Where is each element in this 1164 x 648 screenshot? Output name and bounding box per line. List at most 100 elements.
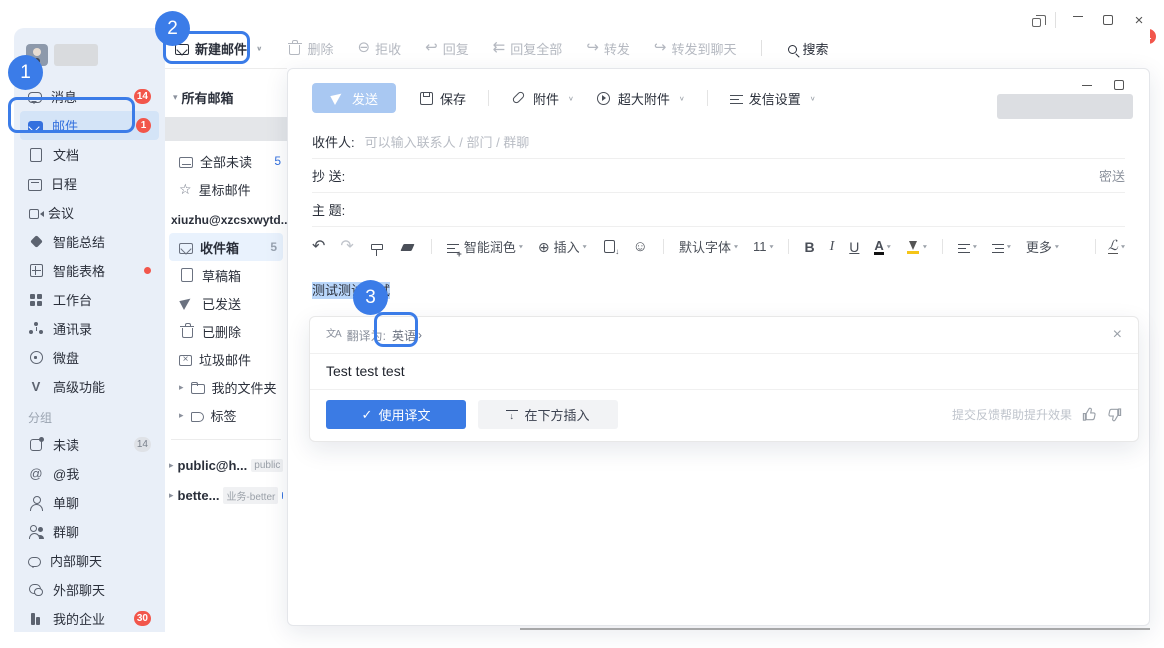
reject-label: 拒收 xyxy=(375,39,401,58)
reply-button[interactable]: ↩ 回复 xyxy=(425,39,469,58)
folder-label: 收件箱 xyxy=(200,238,239,257)
forward-label: 转发 xyxy=(604,39,630,58)
compose-body[interactable]: 测试测试测试 xyxy=(288,264,1149,299)
sidebar-item-unread[interactable]: 未读 14 xyxy=(20,430,159,459)
trash-icon xyxy=(182,328,193,338)
forward-to-chat-button[interactable]: ↪ 转发到聊天 xyxy=(654,39,737,58)
undo-icon[interactable]: ↶ xyxy=(312,239,325,255)
format-painter-icon[interactable] xyxy=(371,244,383,250)
sidebar-item-contacts[interactable]: 通讯录 xyxy=(20,314,159,343)
chevron-down-icon: ▾ xyxy=(519,243,523,250)
italic-button[interactable]: I xyxy=(830,239,835,255)
font-size-select[interactable]: 11 ▾ xyxy=(753,239,774,254)
maximize-icon[interactable] xyxy=(1103,15,1113,25)
underline-button[interactable]: U xyxy=(849,239,859,255)
signature-button[interactable]: ℒ ▾ xyxy=(1095,239,1125,254)
delete-button[interactable]: 删除 xyxy=(287,39,334,58)
trash-icon xyxy=(289,45,300,55)
sidebar-item-group-chat[interactable]: 群聊 xyxy=(20,517,159,546)
send-settings-button[interactable]: 发信设置 ∨ xyxy=(730,89,816,108)
reply-all-icon: ⇇ xyxy=(493,40,506,56)
thumbs-down-icon[interactable] xyxy=(1107,407,1122,422)
sidebar-item-docs[interactable]: 文档 xyxy=(20,140,159,169)
smart-polish-button[interactable]: 智能润色 ▾ xyxy=(447,237,523,256)
restore-window-icon[interactable] xyxy=(1032,18,1041,27)
forward-button[interactable]: ↪ 转发 xyxy=(586,39,630,58)
reply-all-button[interactable]: ⇇ 回复全部 xyxy=(493,39,563,58)
align-icon xyxy=(958,244,970,253)
folder-deleted[interactable]: 已删除 xyxy=(165,317,287,345)
reject-button[interactable]: ⊖ 拒收 xyxy=(358,39,402,58)
font-family-select[interactable]: 默认字体 ▾ xyxy=(679,237,738,256)
annotation-badge-3: 3 xyxy=(353,280,388,315)
folder-all-unread[interactable]: 全部未读 5 xyxy=(165,147,287,175)
inbox-icon xyxy=(179,243,193,254)
folder-my-folders[interactable]: ▸ 我的文件夹 xyxy=(165,373,287,401)
subject-field[interactable]: 主 题: xyxy=(312,193,1125,227)
shared-mailbox-better[interactable]: ▸ bette... 业务-better xyxy=(165,480,287,510)
sidebar-item-my-company[interactable]: 我的企业 30 xyxy=(20,604,159,633)
clear-format-icon[interactable] xyxy=(401,244,415,251)
more-format-button[interactable]: 更多 ▾ xyxy=(1026,237,1059,256)
to-field[interactable]: 收件人: 可以输入联系人 / 部门 / 群聊 xyxy=(312,125,1125,159)
chevron-down-icon: ∨ xyxy=(679,94,685,101)
insert-below-button[interactable]: 在下方插入 xyxy=(478,400,618,429)
sidebar-item-label: 内部聊天 xyxy=(50,551,151,570)
feedback-hint: 提交反馈帮助提升效果 xyxy=(952,406,1072,423)
save-button[interactable]: 保存 xyxy=(418,89,466,108)
use-translation-button[interactable]: ✓ 使用译文 xyxy=(326,400,466,429)
sidebar-item-calendar[interactable]: 日程 xyxy=(20,169,159,198)
compose-fields: 收件人: 可以输入联系人 / 部门 / 群聊 抄 送: 密送 主 题: xyxy=(312,125,1125,227)
all-mailboxes-header[interactable]: ▾ 所有邮箱 xyxy=(165,85,287,109)
folder-junk[interactable]: 垃圾邮件 xyxy=(165,345,287,373)
folder-inbox[interactable]: 收件箱 5 xyxy=(169,233,283,261)
sidebar-item-direct-chat[interactable]: 单聊 xyxy=(20,488,159,517)
folder-tags[interactable]: ▸ 标签 xyxy=(165,401,287,429)
sidebar-item-label: 日程 xyxy=(51,174,151,193)
redo-icon[interactable]: ↷ xyxy=(340,239,353,255)
align-button[interactable]: ▾ xyxy=(958,240,977,253)
sidebar-item-smart-summary[interactable]: 智能总结 xyxy=(20,227,159,256)
attachment-button[interactable]: 附件 ∨ xyxy=(511,89,574,108)
search-button[interactable]: 搜索 xyxy=(786,39,829,58)
large-attachment-button[interactable]: 超大附件 ∨ xyxy=(596,89,685,108)
user-name-redacted xyxy=(54,44,98,66)
sidebar-item-smart-table[interactable]: 智能表格 xyxy=(20,256,159,285)
template-icon[interactable] xyxy=(604,240,615,253)
sidebar-item-drive[interactable]: 微盘 xyxy=(20,343,159,372)
emoji-icon[interactable]: ☺ xyxy=(633,239,648,255)
bcc-toggle[interactable]: 密送 xyxy=(1099,166,1125,185)
bold-button[interactable]: B xyxy=(804,239,814,255)
save-label: 保存 xyxy=(440,89,466,108)
insert-button[interactable]: ⊕ 插入 ▾ xyxy=(538,237,587,256)
list-button[interactable]: ▾ xyxy=(992,240,1011,253)
cc-field[interactable]: 抄 送: 密送 xyxy=(312,159,1125,193)
sidebar-item-workbench[interactable]: 工作台 xyxy=(20,285,159,314)
maximize-icon[interactable] xyxy=(1114,80,1124,90)
close-icon[interactable]: × xyxy=(1113,326,1122,344)
sidebar-item-internal-chat[interactable]: 内部聊天 xyxy=(20,546,159,575)
to-label: 收件人: xyxy=(312,132,355,151)
folder-starred[interactable]: ☆ 星标邮件 xyxy=(165,175,287,203)
font-color-button[interactable]: A ▾ xyxy=(874,239,890,255)
close-icon[interactable]: × xyxy=(1130,11,1148,29)
chevron-down-icon: ∨ xyxy=(568,94,574,101)
thumbs-up-icon[interactable] xyxy=(1082,407,1097,422)
sidebar-item-label: 高级功能 xyxy=(53,377,151,396)
sidebar-item-external-chat[interactable]: 外部聊天 xyxy=(20,575,159,604)
folder-label: 星标邮件 xyxy=(199,180,251,199)
account-header[interactable]: xiuzhu@xzcsxwytd.. xyxy=(165,203,287,233)
folder-drafts[interactable]: 草稿箱 xyxy=(165,261,287,289)
sidebar-item-advanced[interactable]: V 高级功能 xyxy=(20,372,159,401)
shared-mailbox-public[interactable]: ▸ public@h... public xyxy=(165,450,287,480)
folder-sent[interactable]: 已发送 xyxy=(165,289,287,317)
folder-label: 草稿箱 xyxy=(202,266,241,285)
sidebar-item-at-me[interactable]: @ @我 xyxy=(20,459,159,488)
insert-plus-icon: ⊕ xyxy=(538,239,550,255)
sidebar-item-label: 我的企业 xyxy=(53,609,125,628)
triangle-right-icon: ▸ xyxy=(179,410,184,421)
highlight-button[interactable]: ▾ xyxy=(906,240,927,254)
send-button[interactable]: 发送 xyxy=(312,83,396,113)
inbox-count: 5 xyxy=(270,240,277,254)
sidebar-item-meeting[interactable]: 会议 xyxy=(20,198,159,227)
